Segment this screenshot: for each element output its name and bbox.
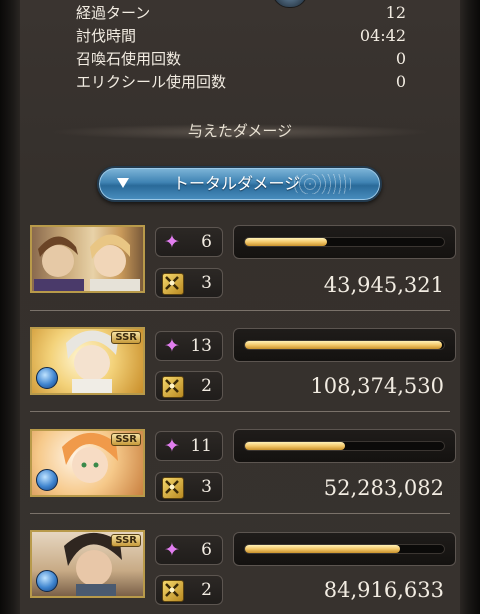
stat-time: 討伐時間 04:42	[76, 25, 406, 47]
character-portrait[interactable]: SSR	[30, 429, 145, 497]
crossed-swords-icon	[162, 477, 184, 499]
stat-turns: 経過ターン 12	[76, 2, 406, 24]
damage-gauge-track	[244, 544, 445, 554]
triangle-down-icon	[117, 178, 129, 188]
character-portrait[interactable]: SSR	[30, 327, 145, 395]
damage-value: 52,283,082	[323, 476, 444, 500]
damage-value: 108,374,530	[310, 374, 444, 398]
skill-use-count: 2	[155, 575, 223, 605]
charge-attack-count: ✦ 13	[155, 331, 223, 361]
skill-use-count: 3	[155, 472, 223, 502]
stat-value: 12	[385, 3, 406, 22]
charge-attack-count: ✦ 6	[155, 227, 223, 257]
crossed-swords-icon	[162, 580, 184, 602]
portrait-art-icon	[34, 234, 140, 291]
stat-label: エリクシール使用回数	[76, 73, 227, 91]
section-title: 与えたダメージ	[187, 122, 293, 140]
skill-use-value: 3	[201, 273, 212, 293]
stat-elixirs: エリクシール使用回数 0	[76, 71, 406, 93]
damage-gauge-fill	[245, 341, 442, 349]
damage-gauge-fill	[245, 545, 400, 553]
stat-value: 0	[395, 72, 406, 91]
stat-summons: 召喚石使用回数 0	[76, 48, 406, 70]
water-element-icon	[36, 570, 58, 592]
charge-attack-value: 11	[190, 436, 212, 456]
charge-attack-value: 6	[201, 540, 212, 560]
row-divider	[30, 513, 450, 514]
sparkle-icon: ✦	[164, 231, 180, 253]
damage-gauge-fill	[245, 238, 327, 246]
damage-gauge-track	[244, 441, 445, 451]
skill-use-value: 2	[201, 376, 212, 396]
charge-attack-count: ✦ 6	[155, 535, 223, 565]
crossed-swords-icon	[162, 376, 184, 398]
damage-gauge-track	[244, 340, 445, 350]
water-element-icon	[36, 367, 58, 389]
swirl-ornament-icon	[292, 174, 352, 194]
charge-attack-value: 13	[190, 336, 212, 356]
charge-attack-count: ✦ 11	[155, 431, 223, 461]
row-divider	[30, 411, 450, 412]
skill-use-value: 2	[201, 580, 212, 600]
crossed-swords-icon	[162, 273, 184, 295]
damage-gauge	[233, 225, 456, 259]
water-element-icon	[36, 469, 58, 491]
damage-gauge	[233, 328, 456, 362]
sparkle-icon: ✦	[164, 435, 180, 457]
sparkle-icon: ✦	[164, 335, 180, 357]
damage-value: 84,916,633	[323, 578, 444, 602]
stat-value: 04:42	[359, 26, 406, 45]
character-portrait[interactable]	[30, 225, 145, 293]
damage-type-dropdown[interactable]: トータルダメージ	[97, 166, 382, 202]
row-divider	[30, 310, 450, 311]
damage-value: 43,945,321	[323, 273, 444, 297]
right-border	[460, 0, 480, 614]
dropdown-label: トータルダメージ	[173, 174, 301, 193]
stat-label: 経過ターン	[76, 4, 151, 22]
skill-use-count: 2	[155, 371, 223, 401]
stat-label: 討伐時間	[76, 27, 137, 45]
charge-attack-value: 6	[201, 232, 212, 252]
stat-value: 0	[395, 49, 406, 68]
rarity-badge: SSR	[111, 433, 141, 446]
rarity-badge: SSR	[111, 534, 141, 547]
character-portrait[interactable]: SSR	[30, 530, 145, 598]
damage-gauge	[233, 532, 456, 566]
skill-use-count: 3	[155, 268, 223, 298]
skill-use-value: 3	[201, 477, 212, 497]
left-border	[0, 0, 20, 614]
sparkle-icon: ✦	[164, 539, 180, 561]
rarity-badge: SSR	[111, 331, 141, 344]
damage-gauge	[233, 429, 456, 463]
damage-gauge-track	[244, 237, 445, 247]
stat-label: 召喚石使用回数	[76, 50, 182, 68]
damage-gauge-fill	[245, 442, 345, 450]
